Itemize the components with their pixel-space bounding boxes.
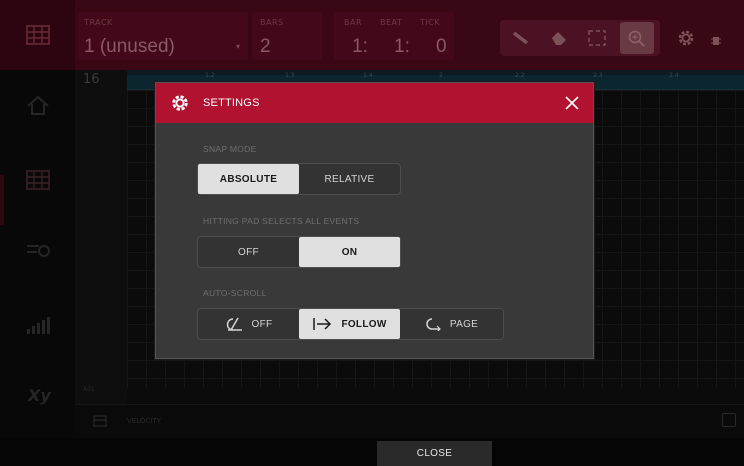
ruler-tick: 1.3 (285, 72, 295, 79)
bars-count: 16 (83, 72, 100, 87)
track-value: 1 (unused) (84, 36, 175, 57)
menu-button[interactable] (710, 32, 722, 45)
xy-icon: Xy (27, 386, 51, 405)
pad-filter-icon (26, 245, 50, 257)
auto-scroll-label: AUTO-SCROLL (203, 288, 267, 298)
scroll-off-icon (225, 317, 243, 331)
beat-value: 1: (394, 36, 410, 57)
auto-scroll-selector: OFF FOLLOW PAGE (197, 308, 504, 340)
bars-label: BARS (260, 18, 284, 27)
hitting-pad-off-button[interactable]: OFF (198, 237, 299, 267)
velocity-bars-icon (26, 317, 50, 334)
beat-label: BEAT (380, 18, 403, 27)
snap-relative-button[interactable]: RELATIVE (299, 164, 400, 194)
pad-name-a01: A01 (83, 386, 95, 393)
page-return-icon (423, 317, 441, 331)
gear-icon (678, 30, 694, 46)
grid-icon (25, 170, 50, 190)
close-icon (565, 96, 579, 110)
hitting-pad-label: HITTING PAD SELECTS ALL EVENTS (203, 216, 360, 226)
velocity-lane-icon (93, 415, 107, 427)
track-selector[interactable]: TRACK 1 (unused) ▾ (78, 12, 248, 60)
hitting-pad-on-button[interactable]: ON (299, 237, 400, 267)
bar-label: BAR (344, 18, 363, 27)
zoom-tool-button[interactable] (620, 22, 654, 54)
velocity-lane[interactable]: VELOCITY (75, 404, 744, 438)
settings-dialog: SETTINGS SNAP MODE ABSOLUTE RELATIVE HIT… (155, 82, 594, 359)
hitting-pad-selector: OFF ON (197, 236, 401, 268)
ruler-tick: 2.3 (593, 72, 603, 79)
sidebar-item-home[interactable] (0, 70, 75, 140)
top-bar: TRACK 1 (unused) ▾ BARS 2 BAR BEAT TICK … (0, 0, 744, 70)
sidebar-item-grid[interactable] (0, 145, 75, 215)
pencil-icon (512, 31, 529, 45)
bars-field[interactable]: BARS 2 (252, 12, 322, 60)
zoom-icon (628, 30, 645, 47)
ruler-tick: 2 (439, 72, 443, 79)
select-icon (588, 30, 606, 46)
snap-mode-selector: ABSOLUTE RELATIVE (197, 163, 401, 195)
tick-label: TICK (420, 18, 441, 27)
position-field[interactable]: BAR BEAT TICK 1: 1: 0 (334, 12, 454, 60)
ruler-tick: 2.4 (669, 72, 679, 79)
tool-group (500, 20, 660, 56)
dialog-close-button[interactable] (560, 91, 584, 115)
dialog-title: SETTINGS (203, 97, 260, 109)
close-button[interactable]: CLOSE (377, 441, 492, 466)
auto-scroll-page-label: PAGE (449, 318, 479, 330)
grid-icon (25, 25, 50, 45)
pencil-tool-button[interactable] (504, 22, 538, 54)
snap-absolute-button[interactable]: ABSOLUTE (198, 164, 299, 194)
bar-value: 1: (352, 36, 368, 57)
velocity-expand-button[interactable] (722, 413, 736, 427)
left-sidebar: Xy (0, 70, 75, 438)
chip-icon (711, 37, 721, 45)
bars-value: 2 (260, 36, 271, 57)
sidebar-item-velocity[interactable] (0, 290, 75, 360)
auto-scroll-page-button[interactable]: PAGE (400, 309, 501, 339)
ruler-tick: 2.2 (515, 72, 525, 79)
gear-icon (172, 95, 188, 111)
eraser-tool-button[interactable] (542, 22, 576, 54)
grid-view-button[interactable] (0, 0, 75, 70)
bottom-bar: CLOSE (0, 438, 744, 466)
track-label: TRACK (84, 18, 113, 27)
snap-mode-label: SNAP MODE (203, 144, 257, 154)
eraser-icon (552, 32, 566, 45)
pad-lane-labels: 16 (75, 70, 127, 438)
svg-text:Xy: Xy (27, 386, 51, 405)
sidebar-item-pad-filter[interactable] (0, 215, 75, 285)
auto-scroll-off-button[interactable]: OFF (198, 309, 299, 339)
tick-value: 0 (436, 36, 447, 57)
follow-arrow-icon (312, 317, 332, 331)
auto-scroll-follow-label: FOLLOW (341, 318, 387, 330)
settings-gear-button[interactable] (676, 28, 696, 48)
home-arrow-icon (26, 95, 49, 115)
velocity-label: VELOCITY (127, 417, 161, 425)
auto-scroll-off-label: OFF (251, 318, 273, 330)
ruler-tick: 1.2 (205, 72, 215, 79)
dropdown-arrow-icon: ▾ (236, 42, 241, 51)
sidebar-item-xy[interactable]: Xy (0, 360, 75, 430)
auto-scroll-follow-button[interactable]: FOLLOW (299, 309, 400, 339)
select-tool-button[interactable] (580, 22, 614, 54)
ruler-tick: 1.4 (363, 72, 373, 79)
settings-dialog-header: SETTINGS (156, 83, 593, 123)
